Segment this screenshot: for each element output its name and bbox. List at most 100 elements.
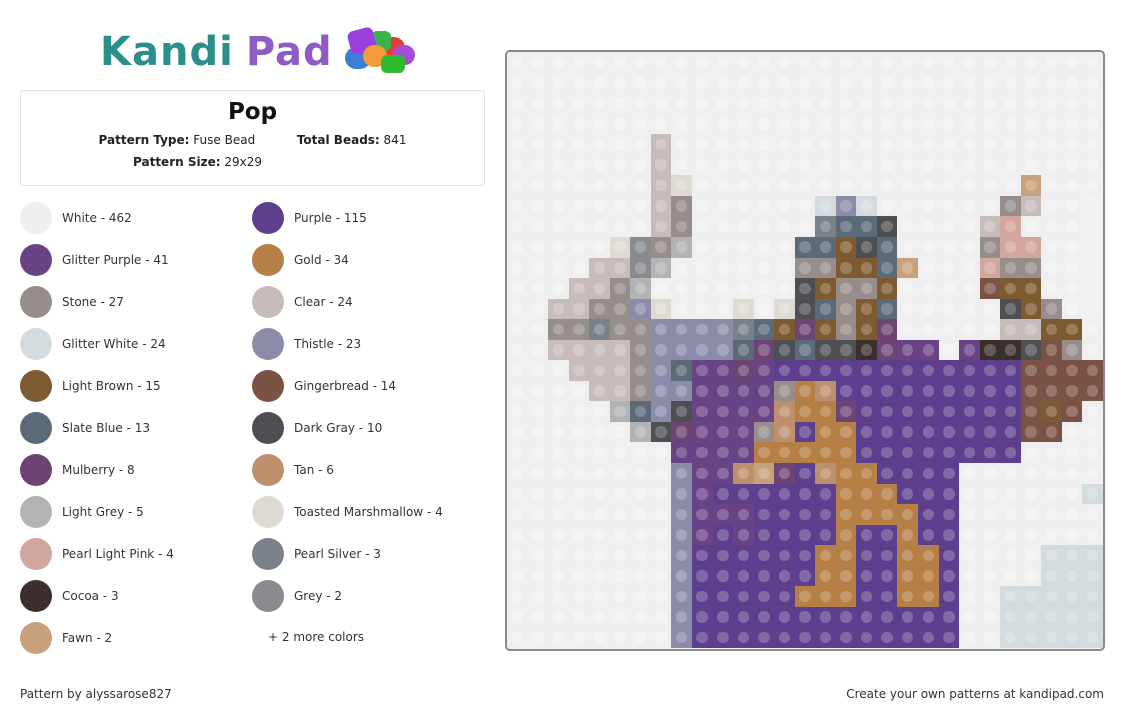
bead (548, 339, 569, 361)
bead (856, 113, 877, 135)
color-label: Light Grey - 5 (62, 505, 144, 519)
bead (630, 113, 651, 135)
color-label: Pearl Silver - 3 (294, 547, 381, 561)
bead (794, 154, 816, 176)
bead (794, 463, 816, 484)
color-label: Pearl Light Pink - 4 (62, 547, 174, 561)
bead (609, 298, 631, 320)
bead (548, 545, 569, 566)
bead (753, 442, 775, 464)
bead (1020, 586, 1042, 607)
bead (918, 195, 939, 217)
bead (712, 216, 734, 237)
bead (774, 442, 795, 464)
bead (1020, 93, 1042, 114)
bead (507, 134, 528, 155)
bead (712, 93, 734, 114)
bead (753, 504, 775, 525)
logo-text-pad: Pad (245, 29, 333, 75)
color-label: Gold - 34 (294, 253, 349, 267)
bead (876, 586, 898, 607)
bead (835, 339, 857, 361)
bead (753, 483, 775, 505)
bead (918, 257, 939, 279)
bead (897, 216, 919, 237)
bead (1000, 175, 1021, 196)
bead (959, 401, 980, 422)
palette-item: Thistle - 23 (252, 328, 361, 360)
bead (630, 52, 651, 73)
bead (876, 154, 898, 176)
bead (691, 606, 713, 628)
bead (1000, 421, 1021, 443)
bead (527, 380, 549, 402)
bead (979, 401, 1001, 422)
bead (918, 360, 939, 381)
bead (815, 421, 836, 443)
bead (856, 216, 877, 237)
bead (650, 442, 672, 464)
bead (1041, 586, 1062, 607)
bead (589, 175, 610, 196)
bead (1061, 627, 1083, 648)
bead (650, 586, 672, 607)
bead (733, 360, 754, 381)
bead (589, 442, 610, 464)
bead (753, 195, 775, 217)
bead (507, 360, 528, 381)
bead (938, 52, 960, 73)
bead (835, 483, 857, 505)
bead (1041, 524, 1062, 546)
bead (630, 627, 651, 648)
bead (774, 565, 795, 587)
bead (548, 565, 569, 587)
bead (712, 463, 734, 484)
bead (897, 134, 919, 155)
bead (712, 504, 734, 525)
bead (1000, 278, 1021, 299)
bead (794, 545, 816, 566)
kandipad-logo[interactable]: Kandi Pad (100, 24, 415, 80)
palette-item: Tan - 6 (252, 454, 334, 486)
bead (1061, 524, 1083, 546)
bead (856, 298, 877, 320)
bead (794, 339, 816, 361)
bead (1020, 298, 1042, 320)
bead (733, 154, 754, 176)
bead (938, 154, 960, 176)
bead (527, 421, 549, 443)
bead (691, 52, 713, 73)
kandipad-promo-link[interactable]: Create your own patterns at kandipad.com (846, 687, 1104, 701)
bead (609, 524, 631, 546)
bead (979, 524, 1001, 546)
more-colors-link[interactable]: + 2 more colors (268, 630, 364, 644)
bead (897, 319, 919, 340)
bead (1041, 421, 1062, 443)
bead (671, 216, 692, 237)
bead (548, 401, 569, 422)
bead (815, 195, 836, 217)
bead (918, 278, 939, 299)
bead (876, 627, 898, 648)
bead (938, 524, 960, 546)
bead (835, 72, 857, 94)
bead (876, 483, 898, 505)
bead (712, 319, 734, 340)
bead (507, 72, 528, 94)
bead (1082, 565, 1103, 587)
bead (897, 504, 919, 525)
bead (507, 627, 528, 648)
bead (835, 401, 857, 422)
bead (753, 319, 775, 340)
bead (876, 195, 898, 217)
bead (568, 483, 590, 505)
bead (589, 319, 610, 340)
bead (1082, 72, 1103, 94)
bead (527, 175, 549, 196)
bead (733, 113, 754, 135)
bead (959, 360, 980, 381)
bead (979, 134, 1001, 155)
bead (835, 154, 857, 176)
bead (609, 195, 631, 217)
bead (959, 113, 980, 135)
